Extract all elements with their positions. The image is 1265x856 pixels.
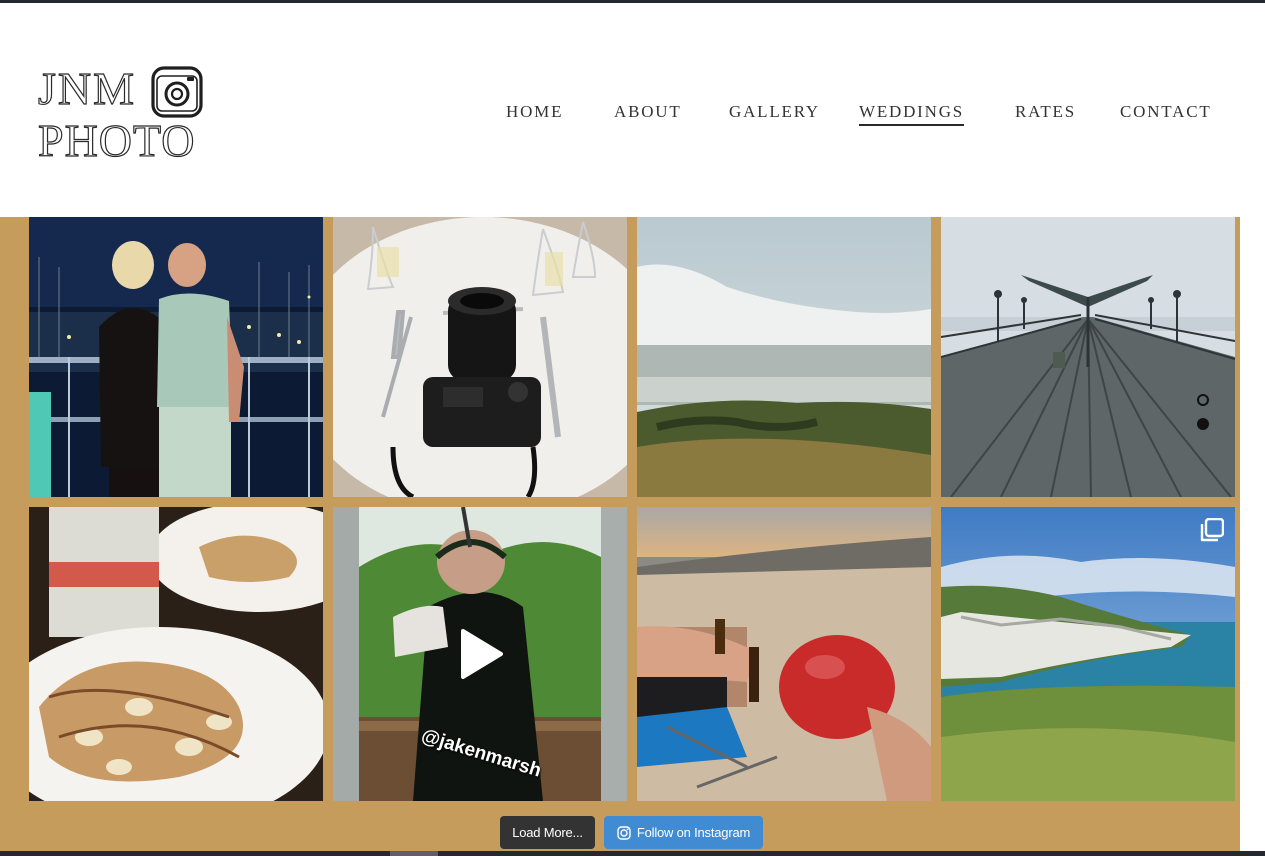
feed-post-7[interactable] [637,507,931,801]
nav-home[interactable]: HOME [506,101,563,123]
post-image [637,507,931,801]
main-nav: HOME ABOUT GALLERY WEDDINGS RATES CONTAC… [0,101,1265,131]
post-image [333,217,627,497]
right-gutter [1240,217,1265,856]
post-image [941,217,1235,497]
load-more-button[interactable]: Load More... [500,816,595,849]
site-header: JNM PHOTO HOME ABOUT GALLERY WEDDINGS RA… [0,3,1265,217]
post-image [29,217,323,497]
feed-post-3[interactable] [637,217,931,497]
instagram-feed: @jakenmarsh Load More... Follow on Insta… [0,217,1265,856]
feed-post-8[interactable] [941,507,1235,801]
post-image [941,507,1235,801]
feed-post-4[interactable] [941,217,1235,497]
feed-post-5[interactable] [29,507,323,801]
post-image [637,217,931,497]
scrollbar-thumb[interactable] [390,851,438,856]
play-icon[interactable] [459,629,503,679]
nav-rates[interactable]: RATES [1015,101,1076,123]
feed-post-1[interactable] [29,217,323,497]
feed-post-6[interactable]: @jakenmarsh [333,507,627,801]
instagram-icon [617,825,631,840]
post-image [29,507,323,801]
carousel-dots-icon [1197,394,1209,430]
carousel-icon [1200,518,1224,542]
follow-on-instagram-button[interactable]: Follow on Instagram [604,816,763,849]
horizontal-scrollbar[interactable] [0,851,1265,856]
feed-grid: @jakenmarsh Load More... Follow on Insta… [24,217,1240,856]
nav-gallery[interactable]: GALLERY [729,101,820,123]
follow-button-label: Follow on Instagram [636,825,751,840]
feed-post-2[interactable] [333,217,627,497]
nav-weddings[interactable]: WEDDINGS [859,101,965,126]
nav-contact[interactable]: CONTACT [1120,101,1212,123]
nav-about[interactable]: ABOUT [614,101,682,123]
